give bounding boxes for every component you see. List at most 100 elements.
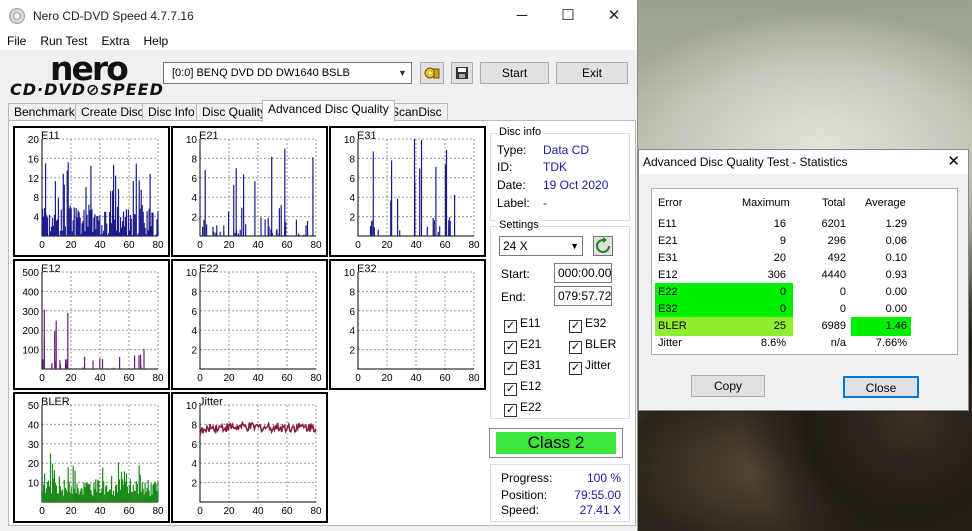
close-window-button[interactable]: ✕	[591, 0, 637, 31]
chart-bar	[157, 480, 159, 502]
quality-class-indicator: Class 2	[489, 428, 623, 458]
tab-create-disc[interactable]: Create Disc	[75, 103, 150, 121]
checkbox-e22[interactable]: ✓ E22	[504, 400, 542, 417]
x-tick-label: 20	[65, 240, 77, 251]
menu-file[interactable]: File	[0, 34, 33, 48]
x-tick-label: 80	[310, 240, 322, 251]
check-icon: ✓	[504, 341, 517, 354]
copy-button[interactable]: Copy	[691, 375, 765, 397]
checkbox-bler-label: BLER	[585, 337, 617, 351]
chart-bar	[271, 156, 273, 236]
end-time-input[interactable]: 079:57.72	[554, 286, 612, 306]
checkbox-e11[interactable]: ✓ E11	[504, 316, 540, 333]
chart-bar	[202, 226, 204, 236]
x-tick-label: 60	[281, 506, 293, 517]
start-label: Start:	[501, 267, 530, 281]
speed-select[interactable]: 24 X ▼	[499, 236, 583, 256]
drive-select[interactable]: [0:0] BENQ DVD DD DW1640 BSLB ▼	[163, 62, 412, 84]
chart-bar	[106, 223, 108, 236]
maximize-button[interactable]: ☐	[545, 0, 591, 31]
y-tick-label: 20	[28, 459, 40, 470]
progress-label: Progress:	[501, 471, 553, 485]
start-time-input[interactable]: 000:00.00	[554, 263, 612, 283]
y-tick-label: 12	[28, 174, 40, 185]
chart-bar	[140, 365, 142, 369]
close-icon[interactable]: ✕	[947, 150, 960, 174]
refresh-button[interactable]	[593, 236, 613, 256]
settings-heading: Settings	[497, 219, 541, 231]
chart-bar	[84, 356, 86, 369]
chart-bar	[260, 217, 262, 236]
tab-advanced-disc-quality[interactable]: Advanced Disc Quality	[262, 100, 395, 122]
chart-bar	[264, 219, 266, 236]
chart-bar	[113, 367, 115, 369]
chart-bar	[119, 357, 121, 369]
x-tick-label: 20	[381, 373, 393, 384]
checkbox-e22-label: E22	[520, 400, 542, 414]
save-button[interactable]	[451, 62, 473, 84]
y-tick-label: 10	[186, 268, 198, 279]
chart-bar	[235, 168, 237, 236]
chart-bar	[54, 331, 56, 369]
tab-disc-quality[interactable]: Disc Quality	[196, 103, 273, 121]
checkbox-e31[interactable]: ✓ E31	[504, 358, 541, 375]
y-tick-label: 4	[191, 459, 197, 470]
x-tick-label: 0	[39, 506, 45, 517]
table-cell: Jitter	[658, 337, 682, 349]
x-tick-label: 60	[439, 240, 451, 251]
y-tick-label: 10	[28, 479, 40, 490]
y-tick-label: 6	[349, 307, 355, 318]
progress-value: 100 %	[586, 471, 621, 485]
x-tick-label: 0	[197, 240, 203, 251]
x-tick-label: 40	[410, 373, 422, 384]
eject-button[interactable]	[420, 62, 444, 84]
chart-bar	[445, 149, 448, 236]
cd-dvd-speed-logo: CD·DVD⊘SPEED	[10, 80, 164, 99]
chart-bar	[233, 185, 235, 236]
x-tick-label: 0	[197, 506, 203, 517]
chart-bar	[239, 229, 241, 236]
chart-bar	[152, 212, 154, 236]
speed-value: 27.41 X	[579, 503, 621, 517]
menu-help[interactable]: Help	[137, 34, 176, 48]
tab-strip: Benchmark Create Disc Disc Info Disc Qua…	[8, 100, 628, 122]
x-tick-label: 40	[94, 506, 106, 517]
checkbox-e21[interactable]: ✓ E21	[504, 337, 541, 354]
menu-run-test[interactable]: Run Test	[33, 34, 94, 48]
statistics-dialog: Advanced Disc Quality Test - Statistics …	[638, 149, 969, 411]
tab-benchmark[interactable]: Benchmark	[8, 103, 81, 121]
y-tick-label: 2	[191, 346, 197, 357]
x-tick-label: 0	[197, 373, 203, 384]
y-tick-label: 2	[349, 346, 355, 357]
chart-bar	[245, 224, 247, 236]
checkbox-jitter[interactable]: ✓ Jitter	[569, 358, 611, 375]
check-icon: ✓	[569, 320, 582, 333]
x-tick-label: 80	[152, 240, 164, 251]
chart-bar	[57, 198, 59, 236]
checkbox-e32[interactable]: ✓ E32	[569, 316, 606, 333]
column-header: Error	[658, 197, 683, 209]
tab-disc-info[interactable]: Disc Info	[142, 103, 201, 121]
advanced-disc-quality-panel: E11 0 20 40 60 80 4 8 12 16 20 E21 0 20 40 60 80 2 4 6 8 10 E3…	[8, 120, 636, 526]
checkbox-bler[interactable]: ✓ BLER	[569, 337, 617, 354]
drive-select-value: [0:0] BENQ DVD DD DW1640 BSLB	[172, 67, 350, 79]
start-button[interactable]: Start	[480, 62, 549, 84]
chart-bar	[213, 231, 215, 236]
class-result: Class 2	[496, 432, 616, 454]
chart-bar	[134, 355, 136, 369]
chart-bar	[437, 231, 439, 236]
id-label: ID:	[497, 160, 513, 174]
chart-e31: E31 0 20 40 60 80 2 4 6 8 10	[329, 126, 486, 257]
chart-bar	[138, 355, 140, 369]
chart-bar	[435, 166, 437, 236]
close-button[interactable]: Close	[843, 376, 919, 398]
x-tick-label: 40	[410, 240, 422, 251]
minimize-button[interactable]: ─	[499, 0, 545, 31]
chart-bar	[241, 207, 243, 236]
floppy-save-icon	[456, 67, 468, 79]
exit-button[interactable]: Exit	[556, 62, 628, 84]
chart-bar	[115, 175, 117, 236]
checkbox-e12[interactable]: ✓ E12	[504, 379, 541, 396]
y-tick-label: 300	[22, 307, 39, 318]
menu-extra[interactable]: Extra	[94, 34, 136, 48]
